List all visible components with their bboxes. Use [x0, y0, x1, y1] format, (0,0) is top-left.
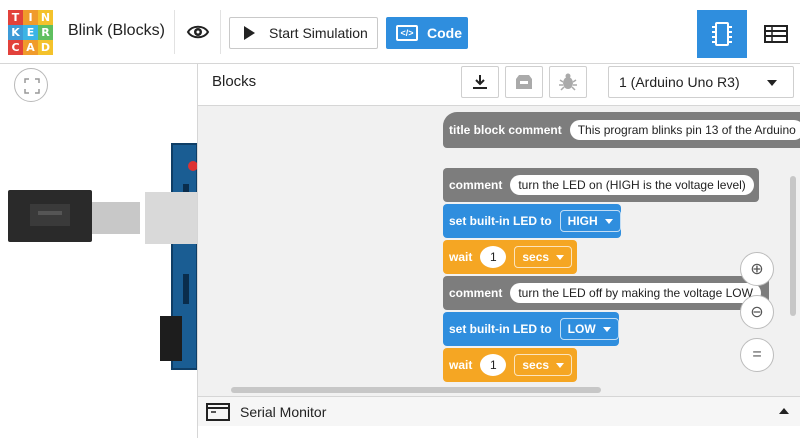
wait-amount-input[interactable]: 1 — [480, 246, 507, 268]
serial-monitor-label: Serial Monitor — [240, 403, 327, 420]
start-simulation-label: Start Simulation — [269, 25, 368, 41]
block-label: comment — [449, 286, 503, 300]
block-label: comment — [449, 178, 503, 192]
device-select-value: 1 (Arduino Uno R3) — [619, 74, 740, 90]
chevron-down-icon — [604, 218, 613, 224]
component-list-button[interactable] — [752, 10, 800, 58]
project-title[interactable]: Blink (Blocks) — [68, 22, 165, 40]
logo-letter: E — [23, 25, 38, 40]
comment-block[interactable]: comment turn the LED off by making the v… — [443, 276, 769, 310]
device-select[interactable]: 1 (Arduino Uno R3) — [608, 66, 794, 98]
comment-text[interactable]: turn the LED off by making the voltage L… — [510, 283, 761, 303]
logo-letter: A — [23, 40, 38, 55]
chevron-up-icon[interactable] — [779, 408, 789, 414]
logo-letter: T — [8, 10, 23, 25]
table-icon — [764, 25, 788, 43]
logo-letter: K — [8, 25, 23, 40]
download-icon — [473, 75, 487, 89]
divider — [174, 10, 175, 54]
play-icon — [244, 26, 255, 40]
title-comment-text[interactable]: This program blinks pin 13 of the Arduin… — [569, 120, 800, 140]
download-button[interactable] — [461, 66, 499, 98]
led-state-value: LOW — [567, 322, 596, 336]
wait-block[interactable]: wait 1 secs — [443, 240, 577, 274]
title-comment-block[interactable]: title block comment This program blinks … — [443, 112, 800, 148]
code-label: Code — [427, 25, 462, 41]
logo-letter: C — [8, 40, 23, 55]
start-simulation-button[interactable]: Start Simulation — [229, 17, 378, 49]
led-state-dropdown[interactable]: LOW — [559, 318, 619, 340]
fit-view-icon — [24, 78, 40, 94]
reset-zoom-button[interactable]: = — [740, 338, 774, 372]
block-label: wait — [449, 250, 473, 264]
code-panel: Blocks 1 (Arduino Uno R3) title block co… — [197, 64, 800, 438]
serial-monitor-bar[interactable]: Serial Monitor — [198, 396, 800, 426]
time-unit-value: secs — [522, 358, 550, 372]
logo-letter: D — [38, 40, 53, 55]
debug-icon — [559, 73, 577, 91]
circuit-canvas[interactable] — [0, 64, 197, 438]
chevron-down-icon — [556, 362, 565, 368]
wait-amount-input[interactable]: 1 — [480, 354, 507, 376]
time-unit-dropdown[interactable]: secs — [514, 246, 573, 268]
code-mode-title: Blocks — [212, 73, 257, 90]
zoom-in-button[interactable]: ⊕ — [740, 252, 774, 286]
chip-icon — [712, 22, 732, 46]
code-panel-header: Blocks 1 (Arduino Uno R3) — [198, 64, 800, 106]
time-unit-dropdown[interactable]: secs — [514, 354, 573, 376]
comment-text[interactable]: turn the LED on (HIGH is the voltage lev… — [510, 175, 754, 195]
block-label: wait — [449, 358, 473, 372]
horizontal-scrollbar[interactable] — [231, 387, 601, 393]
code-icon: </> — [396, 25, 418, 41]
arduino-board-illustration — [8, 143, 197, 370]
zoom-out-icon: ⊖ — [750, 304, 764, 321]
chevron-down-icon — [767, 80, 777, 86]
logo-letter: N — [38, 10, 53, 25]
zoom-out-button[interactable]: ⊖ — [740, 295, 774, 329]
divider — [220, 10, 221, 54]
block-label: set built-in LED to — [449, 322, 552, 336]
set-led-block[interactable]: set built-in LED to LOW — [443, 312, 619, 346]
wait-block[interactable]: wait 1 secs — [443, 348, 577, 382]
block-label: set built-in LED to — [449, 214, 552, 228]
tinkercad-logo[interactable]: TINKERCAD — [8, 10, 53, 55]
reset-zoom-icon: = — [752, 346, 762, 363]
blocks-workspace[interactable]: title block comment This program blinks … — [198, 106, 800, 396]
logo-letter: I — [23, 10, 38, 25]
chevron-down-icon — [602, 326, 611, 332]
top-bar: TINKERCAD Blink (Blocks) Start Simulatio… — [0, 0, 800, 64]
block-label: title block comment — [449, 123, 562, 137]
serial-monitor-icon — [206, 402, 230, 421]
fit-view-button[interactable] — [14, 68, 48, 102]
upload-button[interactable] — [505, 66, 543, 98]
set-led-block[interactable]: set built-in LED to HIGH — [443, 204, 621, 238]
logo-letter: R — [38, 25, 53, 40]
eye-icon[interactable] — [186, 20, 210, 44]
led-state-value: HIGH — [567, 214, 598, 228]
time-unit-value: secs — [522, 250, 550, 264]
zoom-in-icon: ⊕ — [750, 261, 764, 278]
led-state-dropdown[interactable]: HIGH — [559, 210, 621, 232]
comment-block[interactable]: comment turn the LED on (HIGH is the vol… — [443, 168, 759, 202]
debugger-button[interactable] — [549, 66, 587, 98]
vertical-scrollbar[interactable] — [790, 176, 796, 316]
upload-icon — [516, 75, 532, 89]
chevron-down-icon — [556, 254, 565, 260]
code-button[interactable]: </> Code — [386, 17, 468, 49]
component-view-button[interactable] — [697, 10, 747, 58]
